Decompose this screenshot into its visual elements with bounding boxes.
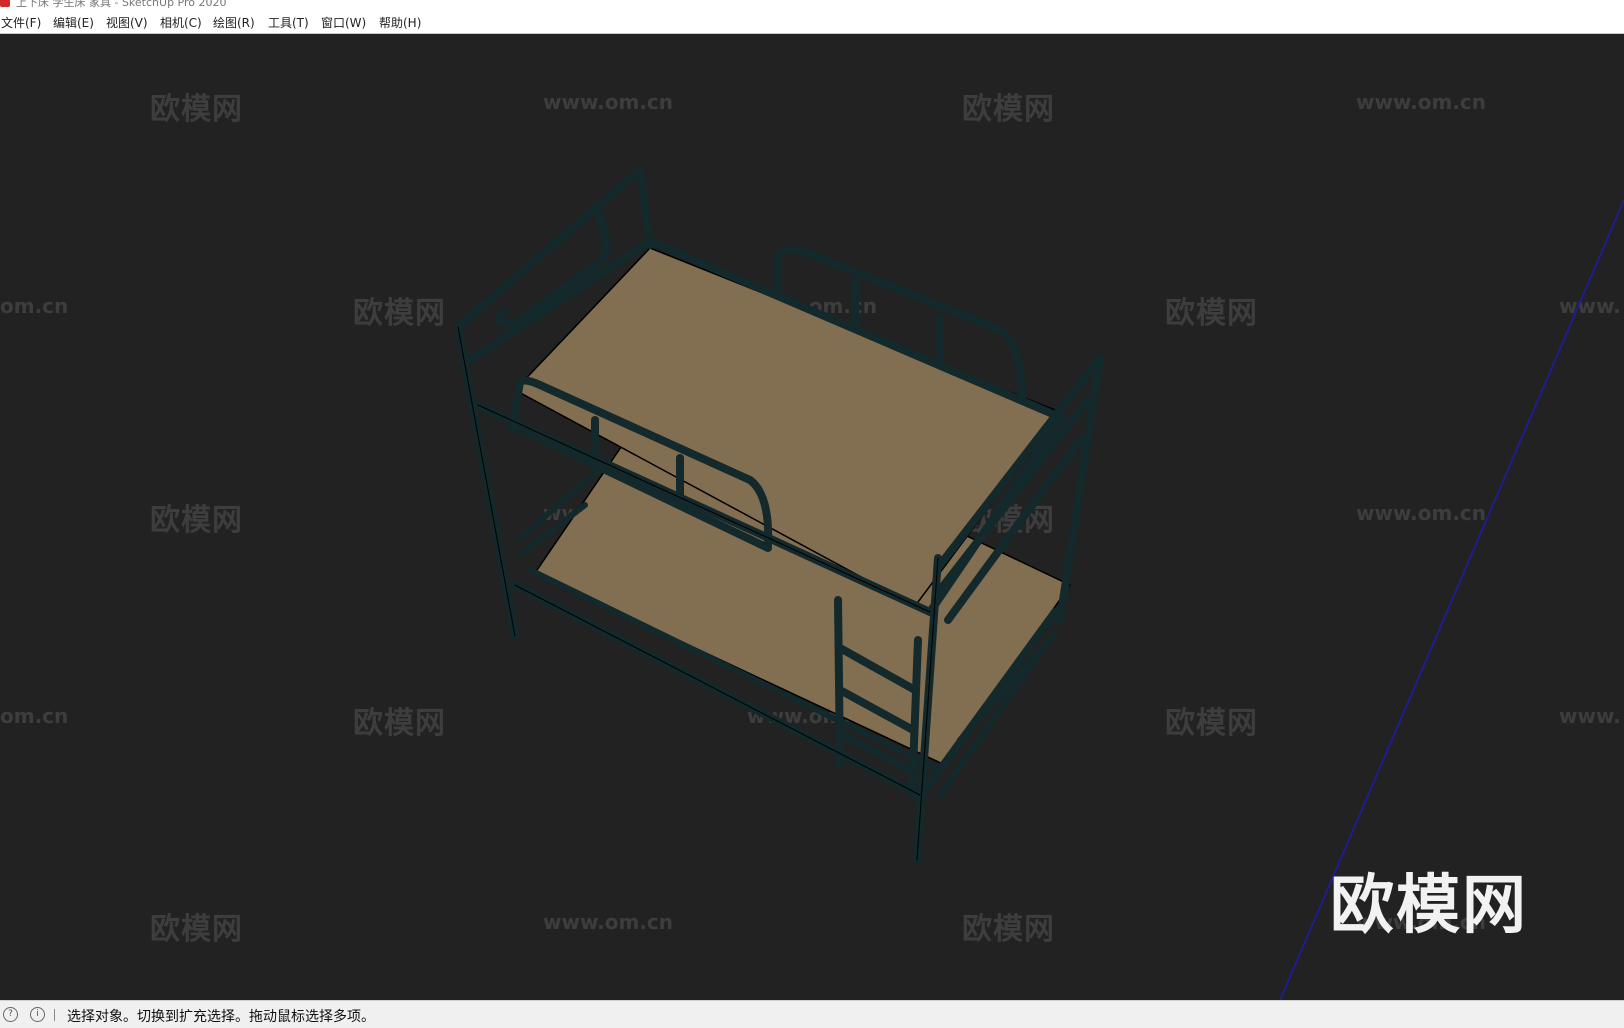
menu-help[interactable]: 帮助(H) — [379, 14, 421, 31]
menu-draw[interactable]: 绘图(R) — [213, 14, 255, 31]
menu-view[interactable]: 视图(V) — [106, 14, 148, 31]
geo-location-icon[interactable]: ? — [3, 1007, 18, 1022]
title-bar: 上下床 学生床 家具 - SketchUp Pro 2020 — [0, 0, 1624, 9]
sketchup-app-icon — [0, 0, 10, 7]
status-text: 选择对象。切换到扩充选择。拖动鼠标选择多项。 — [67, 1009, 375, 1025]
menu-edit[interactable]: 编辑(E) — [53, 14, 94, 31]
3d-viewport[interactable]: 欧模网 www.om.cn 欧模网 www.om.cn om.cn 欧模网 ww… — [0, 34, 1624, 1000]
info-icon[interactable]: i — [30, 1007, 45, 1022]
menu-window[interactable]: 窗口(W) — [321, 14, 366, 31]
status-separator — [54, 1009, 55, 1021]
menu-camera[interactable]: 相机(C) — [160, 14, 202, 31]
status-bar: ? i 选择对象。切换到扩充选择。拖动鼠标选择多项。 — [0, 1000, 1624, 1028]
menu-tools[interactable]: 工具(T) — [268, 14, 309, 31]
menu-bar: 文件(F) 编辑(E) 视图(V) 相机(C) 绘图(R) 工具(T) 窗口(W… — [0, 9, 1624, 34]
brand-logo: 欧模网 — [1330, 869, 1528, 943]
menu-file[interactable]: 文件(F) — [1, 14, 41, 31]
window-title: 上下床 学生床 家具 - SketchUp Pro 2020 — [16, 0, 227, 9]
